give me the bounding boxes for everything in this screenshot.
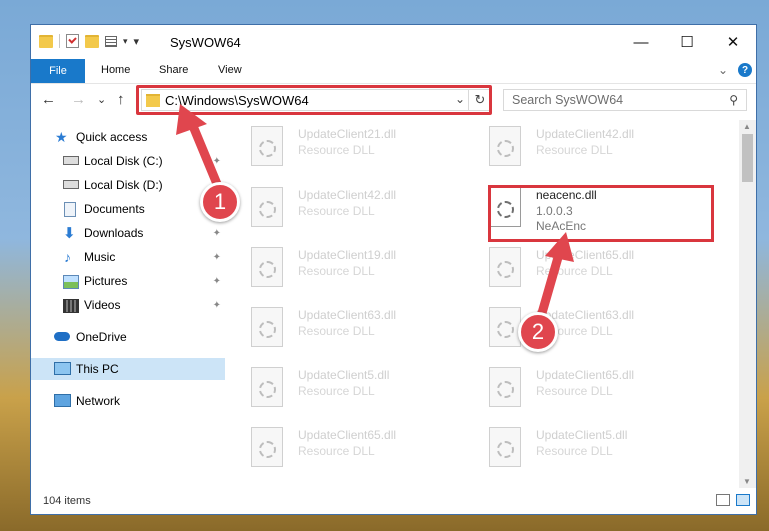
annotation-badge-2: 2 — [518, 312, 558, 352]
annotation-badge-1: 1 — [200, 182, 240, 222]
arrow-2-shaft — [535, 249, 564, 325]
arrow-2-head — [545, 232, 574, 262]
annotation-arrows — [176, 104, 574, 325]
